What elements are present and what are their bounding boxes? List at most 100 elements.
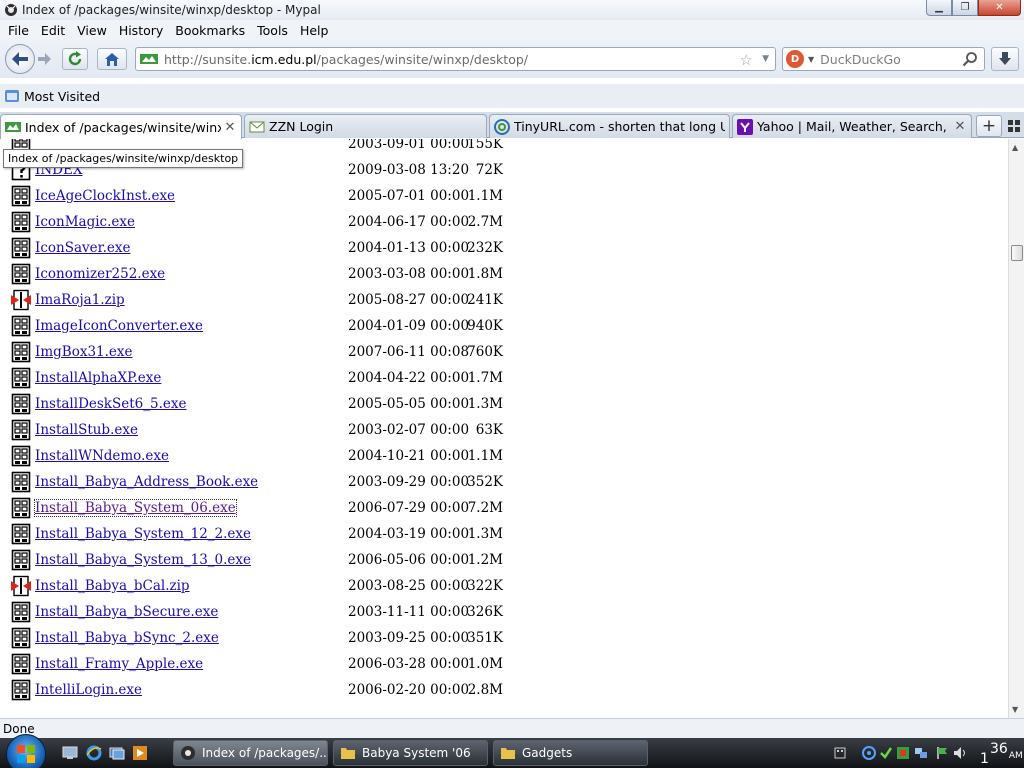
- tray-speaker-icon[interactable]: [953, 746, 967, 760]
- tray-network-icon[interactable]: [914, 746, 928, 760]
- taskbar-clock[interactable]: 36 1 AM: [980, 741, 1023, 767]
- taskbar-button-babya[interactable]: Babya System '06: [333, 740, 488, 766]
- url-bar[interactable]: http://sunsite.icm.edu.pl/packages/winsi…: [135, 47, 776, 71]
- tray-shield-icon[interactable]: [896, 746, 910, 760]
- file-link[interactable]: InstallAlphaXP.exe: [35, 370, 161, 386]
- listing-row: ImaRoja1.zip 2005-08-27 00:00 241K: [0, 287, 1008, 313]
- executable-file-icon: [11, 679, 31, 701]
- tab-list-button[interactable]: [1006, 118, 1022, 134]
- reload-button[interactable]: [62, 48, 88, 70]
- taskbar-button-browser[interactable]: Index of /packages/...: [173, 740, 328, 766]
- listing-row: IconMagic.exe 2004-06-17 00:00 2.7M: [0, 209, 1008, 235]
- tray-check-icon[interactable]: [879, 746, 893, 760]
- file-link[interactable]: ImageIconConverter.exe: [35, 318, 203, 334]
- file-link[interactable]: ImaRoja1.zip: [35, 292, 125, 308]
- close-window-button[interactable]: ✕: [978, 0, 1021, 16]
- file-link[interactable]: Iconomizer252.exe: [35, 266, 165, 282]
- show-desktop-icon[interactable]: [62, 745, 78, 761]
- file-size: 72K: [475, 162, 503, 178]
- file-link[interactable]: Install_Babya_bSync_2.exe: [35, 630, 219, 646]
- tab-zzn-login[interactable]: ZZN Login: [244, 114, 487, 138]
- tab-close-icon[interactable]: ✕: [223, 120, 237, 135]
- tray-target-icon[interactable]: [862, 746, 876, 760]
- tab-label: Yahoo | Mail, Weather, Search, Politi...: [757, 119, 951, 134]
- menu-help[interactable]: Help: [294, 23, 335, 38]
- taskbar: Index of /packages/... Babya System '06 …: [0, 734, 1024, 768]
- menu-bookmarks[interactable]: Bookmarks: [169, 23, 251, 38]
- file-link[interactable]: Install_Babya_System_13_0.exe: [35, 552, 251, 568]
- file-link[interactable]: Install_Babya_Address_Book.exe: [35, 474, 258, 490]
- taskbar-button-gadgets[interactable]: Gadgets: [493, 740, 648, 766]
- tab-index-of-desktop[interactable]: Index of /packages/winsite/winxp/d... ✕: [0, 114, 242, 139]
- file-link[interactable]: InstallDeskSet6_5.exe: [35, 396, 186, 412]
- file-size: 1.3M: [467, 526, 503, 542]
- clock-minutes: 36: [990, 741, 1008, 757]
- vertical-scrollbar[interactable]: ▲ ▼: [1008, 139, 1024, 718]
- file-date: 2005-08-27 00:00: [348, 292, 470, 308]
- file-link[interactable]: Install_Babya_System_06.exe: [34, 499, 237, 517]
- executable-file-icon: [11, 445, 31, 467]
- restore-icon: ❐: [960, 2, 970, 13]
- scroll-up-icon[interactable]: ▲: [1012, 143, 1018, 152]
- home-button[interactable]: [97, 48, 127, 70]
- minimize-button[interactable]: ▁: [926, 0, 952, 16]
- maximize-button[interactable]: ❐: [952, 0, 978, 16]
- internet-explorer-icon[interactable]: [86, 745, 102, 761]
- tab-close-icon[interactable]: ✕: [953, 119, 967, 134]
- tray-flag-icon[interactable]: [935, 746, 949, 760]
- menu-file[interactable]: File: [2, 23, 35, 38]
- listing-row: IntelliLogin.exe 2006-02-20 00:00 2.8M: [0, 677, 1008, 703]
- file-date: 2003-09-01 00:00: [348, 139, 470, 152]
- menu-tools[interactable]: Tools: [251, 23, 294, 38]
- duckduckgo-icon[interactable]: D: [786, 50, 804, 68]
- listing-row: InstallWNdemo.exe 2004-10-21 00:00 1.1M: [0, 443, 1008, 469]
- downloads-button[interactable]: [991, 47, 1019, 71]
- new-tab-button[interactable]: +: [976, 115, 1002, 137]
- listing-row: IconSaver.exe 2004-01-13 00:00 232K: [0, 235, 1008, 261]
- title-bar: Index of /packages/winsite/winxp/desktop…: [0, 0, 1024, 20]
- search-engine-dropdown-icon[interactable]: ▼: [808, 55, 814, 64]
- file-link[interactable]: IconSaver.exe: [35, 240, 130, 256]
- back-arrow-icon: [12, 52, 28, 66]
- file-link[interactable]: Install_Babya_System_12_2.exe: [35, 526, 251, 542]
- file-size: 322K: [467, 578, 503, 594]
- search-bar[interactable]: D ▼ DuckDuckGo: [782, 47, 985, 71]
- bookmark-star-icon[interactable]: ☆: [740, 51, 753, 69]
- bookmark-most-visited[interactable]: Most Visited: [24, 89, 100, 104]
- file-link[interactable]: Install_Babya_bCal.zip: [35, 578, 190, 594]
- executable-file-icon: [11, 471, 31, 493]
- switch-windows-icon[interactable]: [109, 745, 125, 761]
- scroll-down-icon[interactable]: ▼: [1012, 705, 1018, 714]
- tab-tinyurl[interactable]: TinyURL.com - shorten that long U...: [489, 114, 730, 138]
- menu-view[interactable]: View: [71, 23, 113, 38]
- file-link[interactable]: IconMagic.exe: [35, 214, 135, 230]
- file-link[interactable]: InstallStub.exe: [35, 422, 138, 438]
- file-size: 760K: [467, 344, 503, 360]
- listing-row: Install_Babya_System_12_2.exe 2004-03-19 …: [0, 521, 1008, 547]
- executable-file-icon: [11, 341, 31, 363]
- menu-edit[interactable]: Edit: [35, 23, 71, 38]
- start-button[interactable]: [6, 734, 46, 768]
- file-link[interactable]: Install_Babya_bSecure.exe: [35, 604, 218, 620]
- url-history-dropdown-icon[interactable]: ▼: [762, 54, 769, 64]
- scrollbar-thumb[interactable]: [1011, 245, 1023, 261]
- minimize-icon: ▁: [935, 2, 943, 13]
- file-link[interactable]: IntelliLogin.exe: [35, 682, 142, 698]
- window-controls: ▁ ❐ ✕: [926, 0, 1021, 16]
- forward-button[interactable]: [34, 49, 56, 69]
- file-date: 2003-11-11 00:00: [348, 604, 470, 620]
- tab-yahoo[interactable]: Yahoo | Mail, Weather, Search, Politi...…: [732, 114, 972, 138]
- search-icon[interactable]: [962, 51, 978, 67]
- file-link[interactable]: InstallWNdemo.exe: [35, 448, 169, 464]
- listing-row: Install_Babya_bCal.zip 2003-08-25 00:00 32…: [0, 573, 1008, 599]
- file-link[interactable]: Install_Framy_Apple.exe: [35, 656, 203, 672]
- media-player-icon[interactable]: [132, 745, 148, 761]
- download-arrow-icon: [999, 52, 1011, 65]
- menu-history[interactable]: History: [113, 23, 169, 38]
- file-link[interactable]: ImgBox31.exe: [35, 344, 133, 360]
- back-button[interactable]: [5, 44, 35, 74]
- executable-file-icon: [11, 211, 31, 233]
- executable-file-icon: [11, 419, 31, 441]
- tray-keyboard-icon[interactable]: [833, 746, 847, 760]
- file-link[interactable]: IceAgeClockInst.exe: [35, 188, 175, 204]
